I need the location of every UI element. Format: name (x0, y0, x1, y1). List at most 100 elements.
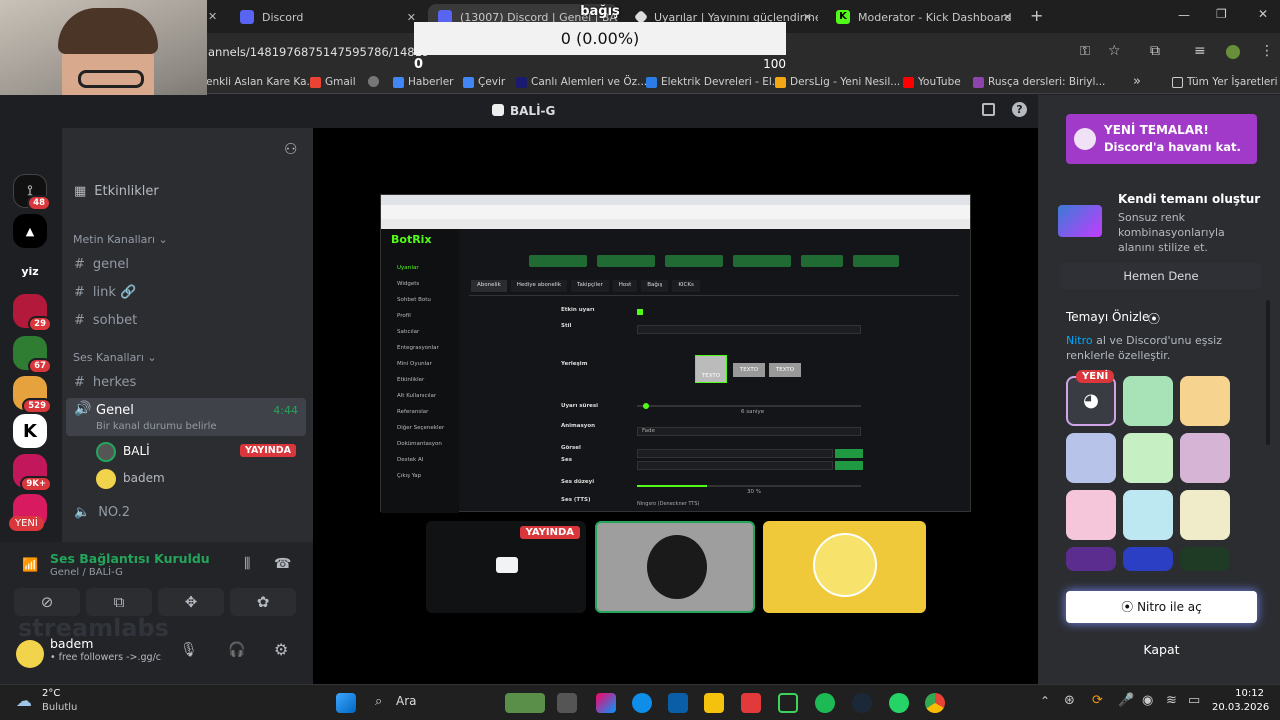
tray-nvidia-icon[interactable]: ◉ (1142, 693, 1153, 708)
whatsapp-icon[interactable] (889, 693, 909, 713)
theme-swatch[interactable] (1123, 376, 1173, 426)
channel-genel[interactable]: # genel (74, 257, 129, 272)
tray-expand-icon[interactable]: ⌃ (1040, 694, 1050, 708)
theme-swatch[interactable] (1123, 547, 1173, 571)
participant-tile-badem[interactable] (763, 521, 926, 613)
voice-user-badem[interactable]: badem (96, 469, 302, 489)
theme-swatch[interactable] (1123, 490, 1173, 540)
start-icon[interactable] (336, 693, 356, 713)
wifi-icon[interactable]: ≋ (1166, 693, 1177, 708)
screen-share-button[interactable]: ⧉ (86, 588, 152, 616)
bookmark-item[interactable]: YouTube (903, 76, 961, 88)
file-explorer-icon[interactable] (704, 693, 724, 713)
server-icon-1[interactable]: ⟟ 48 (13, 174, 51, 211)
bookmark-item[interactable]: Çevir (463, 76, 505, 88)
soundboard-button[interactable]: ✿ (230, 588, 296, 616)
noise-suppression-icon[interactable]: ⫼ (244, 556, 250, 572)
tray-mic-icon[interactable]: 🎤 (1118, 693, 1134, 708)
chrome-icon[interactable] (925, 693, 945, 713)
server-icon-4[interactable]: 29 (13, 294, 52, 332)
help-icon[interactable]: ? (1012, 102, 1027, 117)
channel-link[interactable]: # link 🔗 (74, 285, 136, 300)
extensions-icon[interactable]: ⧉ (1150, 43, 1160, 59)
try-now-button[interactable]: Hemen Dene (1060, 263, 1262, 289)
wps-icon[interactable] (741, 693, 761, 713)
theme-swatch[interactable] (1066, 490, 1116, 540)
menu-icon[interactable]: ⋮ (1260, 43, 1274, 59)
bookmark-item[interactable] (368, 76, 379, 87)
clock-time[interactable]: 10:12 (1212, 688, 1264, 699)
app-icon[interactable] (778, 693, 798, 713)
clock-date[interactable]: 20.03.2026 (1212, 702, 1269, 713)
server-icon-5[interactable]: 67 (13, 336, 52, 374)
close-tab-icon[interactable]: ✕ (803, 11, 812, 24)
bookmark-item[interactable]: Haberler (393, 76, 453, 88)
spotify-icon[interactable] (815, 693, 835, 713)
channel-no2[interactable]: 🔈 NO.2 (74, 505, 130, 520)
bookmark-item[interactable]: Elektrik Devreleri - El... (646, 76, 782, 88)
voice-category[interactable]: Ses Kanalları ⌄ (73, 351, 157, 364)
bookmark-item[interactable]: DersLig - Yeni Nesil... (775, 76, 900, 88)
theme-swatch[interactable]: ◕ (1066, 376, 1116, 426)
headphones-icon[interactable]: 🎧 (228, 642, 245, 658)
bookmark-item[interactable]: Canlı Alemleri ve Öz... (516, 76, 647, 88)
star-icon[interactable]: ☆ (1108, 43, 1121, 59)
theme-swatch[interactable] (1180, 547, 1230, 571)
close-tab-icon[interactable]: ✕ (208, 10, 217, 23)
edge-icon[interactable] (632, 693, 652, 713)
close-button[interactable]: Kapat (1066, 635, 1257, 665)
activities-button[interactable]: ✥ (158, 588, 224, 616)
bookmark-item[interactable]: enkli Aslan Kare Ka... (206, 76, 317, 88)
tray-app-icon[interactable]: ⊛ (1064, 693, 1075, 708)
bookmark-item[interactable]: Gmail (310, 76, 356, 88)
settings-gear-icon[interactable]: ⚙ (274, 640, 288, 659)
user-avatar[interactable] (16, 640, 44, 668)
add-member-icon[interactable]: ⚇ (284, 140, 297, 158)
text-category[interactable]: Metin Kanalları ⌄ (73, 233, 168, 246)
status-hint[interactable]: Bir kanal durumu belirle (96, 421, 217, 432)
nitro-unlock-button[interactable]: ⦿ Nitro ile aç (1066, 591, 1257, 623)
reading-list-icon[interactable]: ≡ (1194, 43, 1206, 59)
events-item[interactable]: ▦ Etkinlikler (74, 184, 159, 199)
theme-swatch[interactable] (1123, 433, 1173, 483)
store-icon[interactable] (668, 693, 688, 713)
connection-subtitle[interactable]: Genel / BALİ-G (50, 567, 123, 578)
kick-server-icon[interactable]: K (13, 414, 47, 448)
participant-tile-stream[interactable]: YAYINDA (426, 521, 586, 613)
voice-channel-genel[interactable]: 🔊 Genel 4:44 Bir kanal durumu belirle (66, 398, 306, 436)
weather-desc[interactable]: Bulutlu (42, 702, 77, 713)
tab-kick[interactable]: K Moderator - Kick Dashboard ✕ (826, 4, 1018, 30)
scrollbar[interactable] (1266, 300, 1270, 445)
microphone-icon[interactable]: 🎙 (180, 642, 198, 658)
copilot-icon[interactable] (596, 693, 616, 713)
new-tab-button[interactable]: + (1030, 6, 1043, 25)
url-field[interactable]: annels/1481976875147595786/14819 (208, 45, 429, 59)
close-window-button[interactable]: ✕ (1258, 7, 1268, 21)
taskbar-search[interactable]: Ara (396, 694, 417, 708)
minimize-button[interactable]: — (1178, 8, 1190, 22)
theme-swatch[interactable] (1180, 490, 1230, 540)
widgets-icon[interactable] (505, 693, 545, 713)
maximize-button[interactable]: ❐ (1216, 7, 1227, 21)
theme-swatch[interactable] (1180, 433, 1230, 483)
camera-off-button[interactable]: ⊘ (14, 588, 80, 616)
shared-screen[interactable]: BotRix Uyarılar Widgets Sohbet Botu Profil S… (380, 194, 971, 513)
channel-herkes[interactable]: # herkes (74, 375, 136, 390)
close-tab-icon[interactable]: ✕ (1003, 11, 1012, 24)
server-icon-6[interactable]: 529 (13, 376, 52, 414)
all-bookmarks[interactable]: Tüm Yer İşaretleri (1172, 76, 1278, 88)
tray-sync-icon[interactable]: ⟳ (1092, 693, 1103, 708)
disconnect-icon[interactable]: ☎ (274, 556, 291, 572)
voice-user-bali[interactable]: BALİ YAYINDA (96, 442, 302, 462)
weather-temp[interactable]: 2°C (42, 688, 60, 699)
server-icon-3[interactable]: yiz (13, 254, 47, 288)
nitro-link[interactable]: Nitro (1066, 334, 1093, 347)
server-icon-2[interactable]: ▲ (13, 214, 47, 248)
steam-icon[interactable] (852, 693, 872, 713)
key-icon[interactable]: ⚿ (1080, 44, 1090, 59)
theme-swatch[interactable] (1066, 547, 1116, 571)
more-bookmarks-button[interactable]: » (1133, 74, 1141, 89)
server-icon-8[interactable]: 9K+ (13, 454, 52, 492)
channel-sohbet[interactable]: # sohbet (74, 313, 137, 328)
tab-discord[interactable]: Discord ✕ (230, 4, 422, 30)
